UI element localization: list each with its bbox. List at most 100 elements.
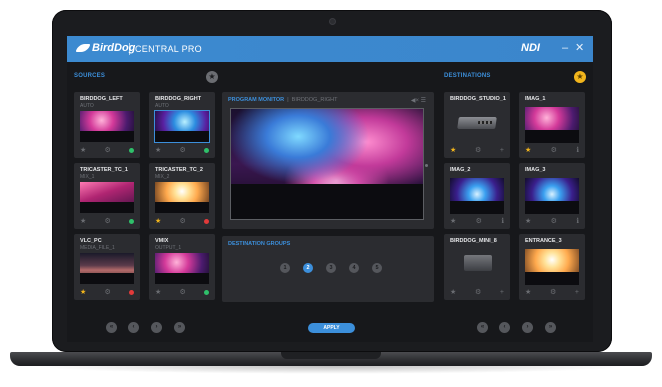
monitor-handle[interactable] — [425, 164, 428, 167]
bird-icon — [75, 44, 91, 52]
destination-tile-imag-2[interactable]: IMAG_2 ★ ⚙ ℹ — [444, 163, 510, 229]
webcam-icon — [329, 18, 336, 25]
source-name: VMIX — [155, 238, 169, 244]
group-button-4[interactable]: 4 — [349, 263, 359, 273]
destination-thumbnail — [525, 178, 579, 214]
info-icon[interactable]: ℹ — [501, 217, 504, 225]
star-icon[interactable]: ★ — [155, 217, 161, 225]
apply-button[interactable]: APPLY — [308, 323, 355, 333]
gear-icon[interactable]: ⚙ — [180, 217, 186, 225]
gear-icon[interactable]: ⚙ — [475, 146, 481, 154]
monitor-tools-icon[interactable]: ◀× ☰ — [411, 97, 426, 104]
gear-icon[interactable]: ⚙ — [476, 217, 482, 225]
app-screen: BirdDog CENTRAL PRO NDI – ✕ SOURCES ★ BI… — [67, 36, 593, 342]
source-name: TRICASTER_TC_1 — [80, 167, 128, 173]
source-subname: MEDIA_FILE_1 — [80, 245, 115, 251]
source-subname: MIX_2 — [155, 174, 170, 180]
destination-groups-title: DESTINATION GROUPS — [228, 241, 291, 247]
source-tile-vlc-pc[interactable]: VLC_PC MEDIA_FILE_1 ★ ⚙ — [74, 234, 140, 300]
sources-prev-page-button[interactable]: ‹ — [128, 322, 139, 333]
destination-name: IMAG_1 — [525, 96, 546, 102]
birddog-logo: BirdDog — [75, 42, 135, 54]
plus-icon[interactable]: + — [500, 147, 504, 154]
destinations-heading: DESTINATIONS — [444, 73, 491, 79]
close-button[interactable]: ✕ — [575, 41, 584, 55]
source-name: BIRDDOG_LEFT — [80, 96, 123, 102]
source-thumbnail — [155, 253, 209, 284]
ndi-logo: NDI — [521, 42, 540, 54]
gear-icon[interactable]: ⚙ — [551, 217, 557, 225]
program-monitor-source: BIRDDOG_RIGHT — [291, 97, 338, 103]
star-icon[interactable]: ★ — [525, 146, 531, 154]
source-thumbnail — [155, 182, 209, 213]
star-icon[interactable]: ★ — [525, 288, 531, 296]
status-indicator — [204, 289, 209, 295]
star-icon[interactable]: ★ — [525, 217, 531, 225]
destination-thumbnail — [525, 249, 579, 285]
group-button-3[interactable]: 3 — [326, 263, 336, 273]
sources-favorites-button[interactable]: ★ — [206, 71, 218, 83]
destination-tile-imag-3[interactable]: IMAG_3 ★ ⚙ ℹ — [519, 163, 585, 229]
group-button-1[interactable]: 1 — [280, 263, 290, 273]
star-icon[interactable]: ★ — [450, 217, 456, 225]
status-indicator — [129, 289, 134, 295]
destination-tile-entrance-3[interactable]: ENTRANCE_3 ★ ⚙ + — [519, 234, 585, 300]
gear-icon[interactable]: ⚙ — [105, 217, 111, 225]
source-thumbnail — [80, 182, 134, 213]
source-tile-tricaster-tc-2[interactable]: TRICASTER_TC_2 MIX_2 ★ ⚙ — [149, 163, 215, 229]
gear-icon[interactable]: ⚙ — [105, 146, 111, 154]
destination-tile-birddog-mini-8[interactable]: BIRDDOG_MINI_8 ★ ⚙ + — [444, 234, 510, 300]
group-button-2[interactable]: 2 — [303, 263, 313, 273]
destinations-favorites-button[interactable]: ★ — [574, 71, 586, 83]
destinations-first-page-button[interactable]: « — [477, 322, 488, 333]
laptop-shadow — [30, 366, 632, 374]
title-bar: BirdDog CENTRAL PRO NDI – ✕ — [67, 36, 593, 62]
device-thumbnail — [450, 249, 504, 285]
plus-icon[interactable]: + — [500, 289, 504, 296]
destinations-next-page-button[interactable]: › — [522, 322, 533, 333]
device-thumbnail — [450, 107, 504, 143]
star-icon[interactable]: ★ — [80, 146, 86, 154]
group-button-5[interactable]: 5 — [372, 263, 382, 273]
sources-first-page-button[interactable]: « — [106, 322, 117, 333]
info-icon[interactable]: ℹ — [576, 217, 579, 225]
program-monitor-label: PROGRAM MONITOR — [228, 97, 285, 103]
destination-tile-birddog-studio-1[interactable]: BIRDDOG_STUDIO_1 ★ ⚙ + — [444, 92, 510, 158]
program-monitor-panel: PROGRAM MONITOR | BIRDDOG_RIGHT ◀× ☰ — [222, 92, 434, 229]
status-indicator — [129, 218, 134, 224]
star-icon[interactable]: ★ — [80, 217, 86, 225]
source-name: TRICASTER_TC_2 — [155, 167, 203, 173]
gear-icon[interactable]: ⚙ — [105, 288, 111, 296]
star-icon[interactable]: ★ — [450, 146, 456, 154]
laptop-lid: BirdDog CENTRAL PRO NDI – ✕ SOURCES ★ BI… — [52, 10, 612, 352]
info-icon[interactable]: ℹ — [576, 146, 579, 154]
destination-tile-imag-1[interactable]: IMAG_1 ★ ⚙ ℹ — [519, 92, 585, 158]
program-monitor-title: PROGRAM MONITOR | BIRDDOG_RIGHT — [228, 97, 338, 103]
gear-icon[interactable]: ⚙ — [550, 288, 556, 296]
source-tile-vmix[interactable]: VMIX OUTPUT_1 ★ ⚙ — [149, 234, 215, 300]
destination-name: BIRDDOG_STUDIO_1 — [450, 96, 506, 102]
source-subname: AUTO — [155, 103, 169, 109]
gear-icon[interactable]: ⚙ — [180, 288, 186, 296]
source-subname: AUTO — [80, 103, 94, 109]
source-tile-birddog-left[interactable]: BIRDDOG_LEFT AUTO ★ ⚙ — [74, 92, 140, 158]
source-thumbnail — [80, 253, 134, 284]
gear-icon[interactable]: ⚙ — [551, 146, 557, 154]
sources-last-page-button[interactable]: » — [174, 322, 185, 333]
gear-icon[interactable]: ⚙ — [180, 146, 186, 154]
sources-next-page-button[interactable]: › — [151, 322, 162, 333]
destinations-last-page-button[interactable]: » — [545, 322, 556, 333]
source-tile-birddog-right[interactable]: BIRDDOG_RIGHT AUTO ★ ⚙ — [149, 92, 215, 158]
source-name: BIRDDOG_RIGHT — [155, 96, 202, 102]
star-icon[interactable]: ★ — [80, 288, 86, 296]
star-icon[interactable]: ★ — [155, 146, 161, 154]
gear-icon[interactable]: ⚙ — [475, 288, 481, 296]
source-tile-tricaster-tc-1[interactable]: TRICASTER_TC_1 MIX_1 ★ ⚙ — [74, 163, 140, 229]
source-thumbnail — [80, 111, 134, 142]
status-indicator — [204, 218, 209, 224]
plus-icon[interactable]: + — [575, 289, 579, 296]
star-icon[interactable]: ★ — [450, 288, 456, 296]
minimize-button[interactable]: – — [562, 41, 568, 55]
star-icon[interactable]: ★ — [155, 288, 161, 296]
destinations-prev-page-button[interactable]: ‹ — [499, 322, 510, 333]
